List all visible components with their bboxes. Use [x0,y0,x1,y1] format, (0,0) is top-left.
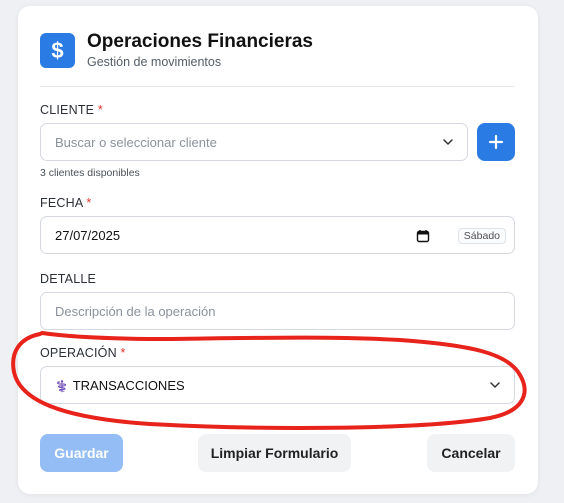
cancel-button[interactable]: Cancelar [427,434,515,472]
detalle-input[interactable]: Descripción de la operación [40,292,515,330]
required-mark: * [86,196,92,210]
dollar-icon: $ [40,33,75,68]
add-cliente-button[interactable] [477,123,515,161]
required-mark: * [97,103,103,117]
fecha-value: 27/07/2025 [55,227,121,243]
form-subtitle: Gestión de movimientos [87,55,222,69]
cliente-placeholder: Buscar o seleccionar cliente [55,134,217,150]
save-button[interactable]: Guardar [40,434,123,472]
operacion-select[interactable]: ⚕️ TRANSACCIONES [40,366,515,404]
transactions-icon: ⚕️ [55,380,69,393]
weekday-badge: Sábado [457,228,506,244]
chevron-down-icon [488,378,502,392]
cliente-label: CLIENTE * [40,103,103,117]
chevron-down-icon [441,135,455,149]
detalle-placeholder: Descripción de la operación [55,303,216,319]
fecha-label: FECHA * [40,196,92,210]
fecha-date-input[interactable]: 27/07/2025 Sábado [40,216,515,254]
header-divider [40,86,514,87]
detalle-label: DETALLE [40,272,97,286]
calendar-icon[interactable] [416,229,430,243]
operacion-selected: ⚕️ TRANSACCIONES [55,377,185,393]
clientes-count-hint: 3 clientes disponibles [40,167,140,179]
required-mark: * [120,346,126,360]
operacion-label: OPERACIÓN * [40,346,126,360]
cliente-select[interactable]: Buscar o seleccionar cliente [40,123,468,161]
operations-form-card: $ Operaciones Financieras Gestión de mov… [18,6,538,494]
plus-icon [488,134,504,150]
clear-form-button[interactable]: Limpiar Formulario [198,434,351,472]
form-title: Operaciones Financieras [87,31,313,52]
